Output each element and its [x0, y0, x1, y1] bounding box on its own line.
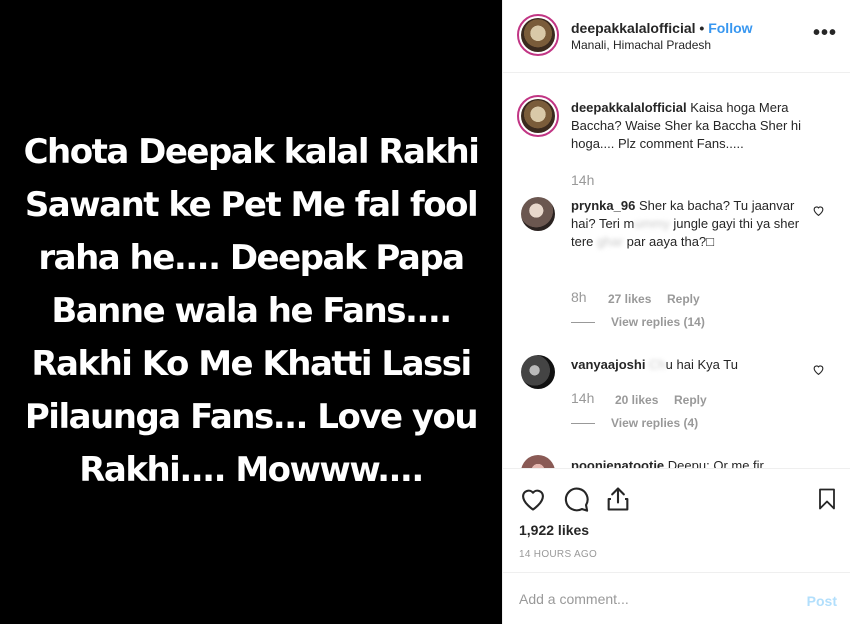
follow-button[interactable]: Follow	[708, 20, 752, 36]
caption: deepakkalalofficial Kaisa hoga Mera Bacc…	[571, 99, 821, 153]
commenter-avatar[interactable]	[521, 197, 555, 231]
comment-text: u hai Kya Tu	[665, 357, 738, 372]
view-replies-label: View replies (14)	[611, 315, 705, 329]
post-comment-button[interactable]: Post	[807, 593, 837, 609]
comment-like-icon[interactable]	[812, 363, 825, 379]
posted-time[interactable]: 14 HOURS AGO	[519, 549, 597, 560]
caption-avatar[interactable]	[517, 95, 559, 137]
post-side-panel: deepakkalalofficial • Follow Manali, Him…	[502, 0, 850, 624]
author-line: deepakkalalofficial • Follow	[571, 20, 753, 36]
comment-likes[interactable]: 20 likes	[615, 393, 658, 407]
post-actions: 1,922 likes 14 HOURS AGO	[503, 468, 850, 572]
separator-dot: •	[699, 20, 705, 36]
post-media[interactable]: Chota Deepak kalal Rakhi Sawant ke Pet M…	[0, 0, 502, 624]
author-avatar[interactable]	[517, 14, 559, 56]
location-link[interactable]: Manali, Himachal Pradesh	[571, 38, 711, 52]
commenter-avatar[interactable]	[521, 355, 555, 389]
view-replies-button[interactable]: View replies (4)	[571, 416, 698, 430]
commenter-avatar[interactable]	[521, 455, 555, 468]
author-username[interactable]: deepakkalalofficial	[571, 20, 696, 36]
post-header: deepakkalalofficial • Follow Manali, Him…	[503, 0, 850, 73]
comment-time[interactable]: 14h	[571, 390, 594, 406]
likes-count[interactable]: 1,922 likes	[519, 522, 589, 538]
like-heart-icon[interactable]	[519, 485, 547, 513]
comment-username[interactable]: vanyaajoshi	[571, 357, 645, 372]
comment-text: Deepu: Or me fir	[667, 458, 764, 468]
comment-item: vanyaajoshi Chu hai Kya Tu	[571, 356, 811, 374]
bookmark-icon[interactable]	[815, 485, 839, 513]
view-replies-button[interactable]: View replies (14)	[571, 315, 705, 329]
caption-time[interactable]: 14h	[571, 172, 594, 188]
media-caption-text: Chota Deepak kalal Rakhi Sawant ke Pet M…	[23, 131, 480, 490]
share-icon[interactable]	[604, 485, 632, 513]
comment-text-cont: par aaya tha?□	[623, 234, 715, 249]
more-options-icon[interactable]: •••	[813, 22, 837, 45]
add-comment-form: Post	[503, 572, 850, 624]
caption-username[interactable]: deepakkalalofficial	[571, 100, 687, 115]
comment-like-icon[interactable]	[812, 204, 825, 220]
comment-bubble-icon[interactable]	[562, 485, 590, 513]
comment-username[interactable]: prynka_96	[571, 198, 635, 213]
comment-reply-button[interactable]: Reply	[667, 292, 700, 306]
comment-item: prynka_96 Sher ka bacha? Tu jaanvar hai?…	[571, 197, 811, 251]
comment-text-blurred: Ch	[645, 357, 666, 372]
comment-text-blurred: ummy	[634, 216, 670, 231]
comment-item: poonienatootie Deepu: Or me fir	[571, 457, 821, 468]
comment-username[interactable]: poonienatootie	[571, 458, 664, 468]
comment-time[interactable]: 8h	[571, 289, 587, 305]
comments-list[interactable]: deepakkalalofficial Kaisa hoga Mera Bacc…	[503, 73, 850, 468]
comment-text-blurred: ghar	[597, 234, 624, 249]
comment-reply-button[interactable]: Reply	[674, 393, 707, 407]
add-comment-input[interactable]	[519, 588, 789, 610]
view-replies-label: View replies (4)	[611, 416, 699, 430]
comment-likes[interactable]: 27 likes	[608, 292, 651, 306]
